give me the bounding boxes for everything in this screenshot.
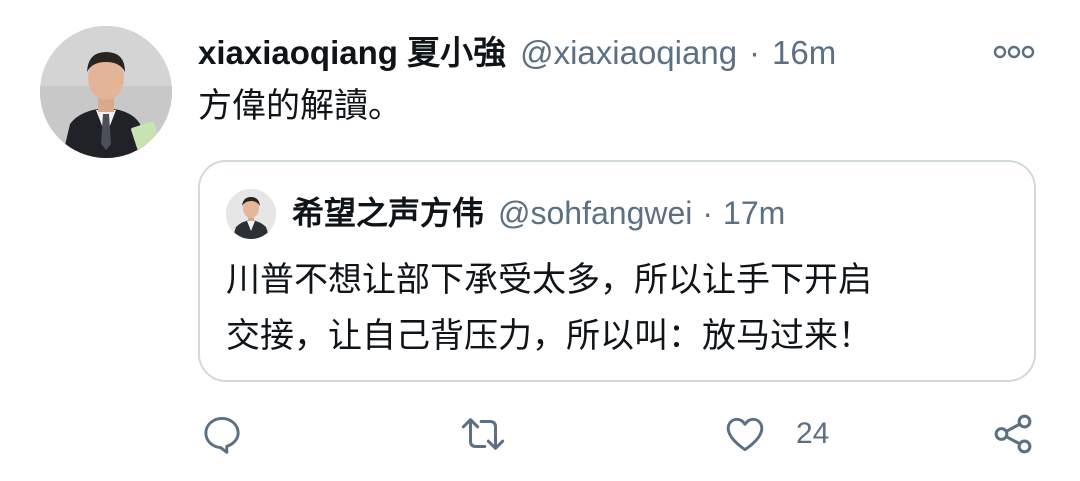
- quoted-tweet-text-line: 交接，让自己背压力，所以叫：放马过来！: [226, 317, 872, 355]
- author-handle[interactable]: @xiaxiaoqiang: [520, 30, 737, 76]
- quoted-author-display-name[interactable]: 希望之声方伟: [292, 190, 484, 236]
- share-icon: [994, 414, 1032, 454]
- share-button[interactable]: [990, 408, 1036, 460]
- tweet-header: xiaxiaoqiang 夏小強 @xiaxiaoqiang · 16m: [198, 30, 836, 76]
- header-separator: ·: [749, 34, 761, 71]
- quoted-author-handle[interactable]: @sohfangwei: [498, 190, 692, 236]
- tweet-action-bar: 24: [0, 408, 1080, 460]
- tweet-text: 方偉的解讀。: [198, 87, 402, 125]
- quoted-tweet-timestamp[interactable]: 17m: [723, 190, 785, 236]
- retweet-button[interactable]: [458, 408, 508, 460]
- quoted-header-separator: ·: [702, 195, 714, 231]
- reply-icon: [204, 416, 240, 454]
- quoted-tweet-text-line: 川普不想让部下承受太多，所以让手下开启: [226, 261, 872, 299]
- author-display-name[interactable]: xiaxiaoqiang 夏小強: [198, 30, 506, 76]
- tweet-timestamp[interactable]: 16m: [772, 30, 836, 76]
- more-options-button[interactable]: [992, 38, 1036, 66]
- like-button[interactable]: 24: [722, 408, 829, 460]
- quoted-avatar-image: [226, 189, 276, 239]
- retweet-icon: [461, 418, 505, 450]
- author-avatar[interactable]: [40, 26, 172, 158]
- more-icon: [993, 45, 1035, 59]
- quoted-tweet-card[interactable]: 希望之声方伟 @sohfangwei · 17m 川普不想让部下承受太多，所以让…: [198, 160, 1036, 382]
- like-count: 24: [796, 417, 830, 450]
- quoted-tweet-header: 希望之声方伟 @sohfangwei · 17m: [292, 190, 785, 236]
- quoted-author-avatar[interactable]: [226, 189, 276, 239]
- author-avatar-image: [40, 26, 172, 158]
- quoted-tweet-text: 川普不想让部下承受太多，所以让手下开启 交接，让自己背压力，所以叫：放马过来！: [226, 252, 1016, 364]
- heart-icon: [726, 417, 764, 452]
- reply-button[interactable]: [200, 408, 244, 460]
